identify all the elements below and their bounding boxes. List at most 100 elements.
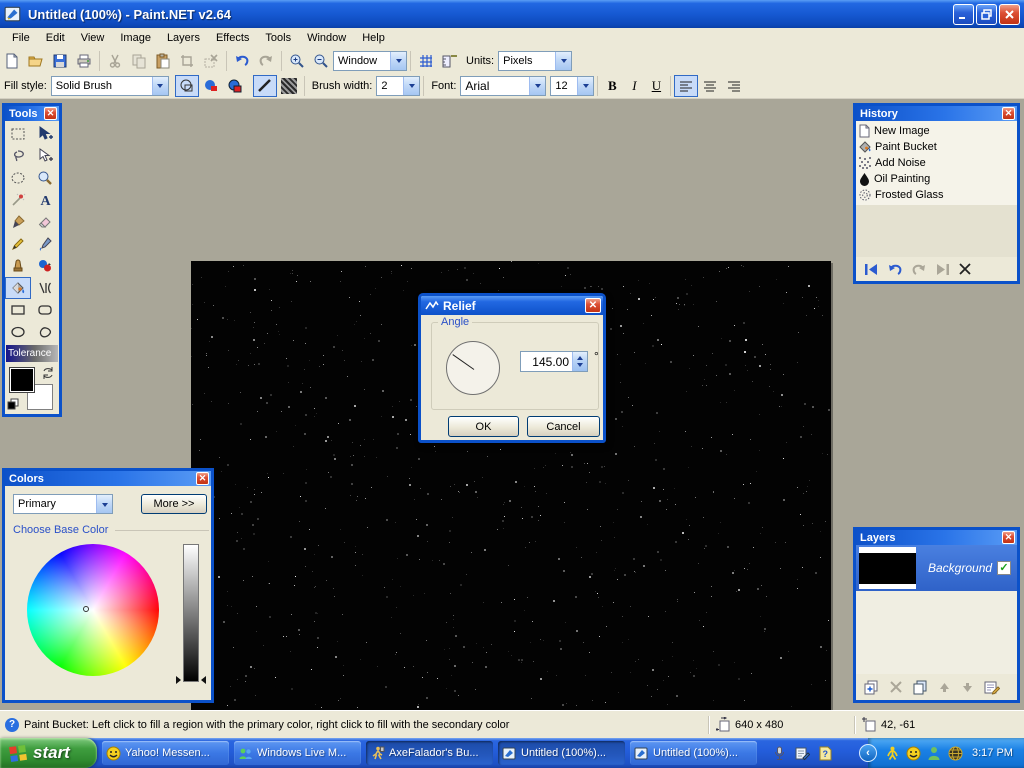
solid-line-button[interactable] xyxy=(253,75,277,97)
recolor-tool[interactable] xyxy=(32,255,58,277)
start-button[interactable]: start xyxy=(0,738,97,768)
cut-button[interactable] xyxy=(103,50,127,72)
clone-stamp-tool[interactable] xyxy=(5,255,31,277)
print-button[interactable] xyxy=(72,50,96,72)
redo-button[interactable] xyxy=(254,50,278,72)
copy-button[interactable] xyxy=(127,50,151,72)
menu-edit[interactable]: Edit xyxy=(38,30,73,46)
freeform-shape-tool[interactable] xyxy=(32,321,58,343)
pattern-fill-button[interactable] xyxy=(277,75,301,97)
history-delete-button[interactable] xyxy=(958,262,972,276)
close-icon[interactable]: ✕ xyxy=(585,298,601,313)
tolerance-slider[interactable]: Tolerance xyxy=(6,345,58,362)
color-mode-dropdown[interactable]: Primary xyxy=(13,494,113,514)
deselect-button[interactable] xyxy=(199,50,223,72)
more-button[interactable]: More >> xyxy=(141,494,207,514)
font-size-dropdown[interactable]: 12 xyxy=(550,76,594,96)
units-dropdown[interactable]: Pixels xyxy=(498,51,572,71)
relief-dialog-titlebar[interactable]: Relief ✕ xyxy=(421,296,603,315)
reset-colors-icon[interactable] xyxy=(7,398,19,410)
italic-button[interactable]: I xyxy=(623,75,645,97)
close-icon[interactable]: ✕ xyxy=(1002,107,1015,120)
shape-outline-button[interactable] xyxy=(175,75,199,97)
delete-layer-button[interactable] xyxy=(889,680,903,694)
menu-tools[interactable]: Tools xyxy=(257,30,299,46)
text-tool[interactable]: A xyxy=(32,189,58,211)
fill-style-dropdown[interactable]: Solid Brush xyxy=(51,76,169,96)
menu-layers[interactable]: Layers xyxy=(159,30,208,46)
brush-width-dropdown[interactable]: 2 xyxy=(376,76,420,96)
new-button[interactable] xyxy=(0,50,24,72)
align-left-button[interactable] xyxy=(674,75,698,97)
align-center-button[interactable] xyxy=(698,75,722,97)
zoom-out-button[interactable] xyxy=(309,50,333,72)
move-layer-down-button[interactable] xyxy=(961,681,974,694)
layer-row[interactable]: Background ✓ xyxy=(856,545,1017,591)
close-icon[interactable]: ✕ xyxy=(44,107,57,120)
paintbrush-tool[interactable] xyxy=(5,211,31,233)
save-button[interactable] xyxy=(48,50,72,72)
spinner-buttons[interactable] xyxy=(572,352,587,371)
history-item[interactable]: New Image xyxy=(858,123,1015,139)
move-layer-up-button[interactable] xyxy=(938,681,951,694)
line-curve-tool[interactable] xyxy=(32,277,58,299)
color-wheel[interactable] xyxy=(27,544,159,676)
taskbar-button-paintnet-2[interactable]: Untitled (100%)... xyxy=(630,741,757,765)
history-palette-titlebar[interactable]: History ✕ xyxy=(856,106,1017,121)
history-item[interactable]: Frosted Glass xyxy=(858,187,1015,203)
menu-effects[interactable]: Effects xyxy=(208,30,257,46)
ruler-button[interactable] xyxy=(438,50,462,72)
rounded-rectangle-tool[interactable] xyxy=(32,299,58,321)
paste-button[interactable] xyxy=(151,50,175,72)
spin-up-icon[interactable] xyxy=(577,353,583,360)
layers-palette-titlebar[interactable]: Layers ✕ xyxy=(856,530,1017,545)
zoom-tool[interactable] xyxy=(32,167,58,189)
crop-button[interactable] xyxy=(175,50,199,72)
title-bar[interactable]: Untitled (100%) - Paint.NET v2.64 xyxy=(0,0,1024,28)
font-dropdown[interactable]: Arial xyxy=(460,76,546,96)
slider-marker-right[interactable] xyxy=(201,676,206,684)
eraser-tool[interactable] xyxy=(32,211,58,233)
history-undo-button[interactable] xyxy=(887,262,903,276)
color-picker-tool[interactable] xyxy=(32,233,58,255)
menu-file[interactable]: File xyxy=(4,30,38,46)
menu-image[interactable]: Image xyxy=(112,30,159,46)
ellipse-select-tool[interactable] xyxy=(5,167,31,189)
undo-button[interactable] xyxy=(230,50,254,72)
primary-color-swatch[interactable] xyxy=(9,367,35,393)
duplicate-layer-button[interactable] xyxy=(913,680,928,695)
restore-button[interactable] xyxy=(976,4,997,25)
lasso-select-tool[interactable] xyxy=(5,145,31,167)
cancel-button[interactable]: Cancel xyxy=(527,416,600,437)
menu-window[interactable]: Window xyxy=(299,30,354,46)
move-tool[interactable] xyxy=(32,123,58,145)
shape-interior-button[interactable] xyxy=(199,75,223,97)
messenger-pen-icon[interactable] xyxy=(794,745,810,761)
globe-icon[interactable] xyxy=(947,745,963,761)
add-layer-button[interactable] xyxy=(864,680,879,695)
shape-both-button[interactable] xyxy=(223,75,247,97)
swap-colors-icon[interactable] xyxy=(41,366,55,380)
angle-spinner[interactable]: 145.00 xyxy=(520,351,588,372)
underline-button[interactable]: U xyxy=(645,75,667,97)
pencil-tool[interactable] xyxy=(5,233,31,255)
aim-icon[interactable] xyxy=(884,745,900,761)
taskbar-button-paintnet-1[interactable]: Untitled (100%)... xyxy=(498,741,625,765)
close-icon[interactable]: ✕ xyxy=(1002,531,1015,544)
hide-icons-chevron[interactable]: ‹ xyxy=(859,744,877,762)
history-item[interactable]: Oil Painting xyxy=(858,171,1015,187)
zoom-mode-dropdown[interactable]: Window xyxy=(333,51,407,71)
history-redo-button[interactable] xyxy=(911,262,927,276)
history-item[interactable]: Paint Bucket xyxy=(858,139,1015,155)
rectangle-tool[interactable] xyxy=(5,299,31,321)
open-button[interactable] xyxy=(24,50,48,72)
taskbar-button-yahoo-messenger[interactable]: Yahoo! Messen... xyxy=(102,741,229,765)
menu-view[interactable]: View xyxy=(73,30,113,46)
rect-select-tool[interactable] xyxy=(5,123,31,145)
history-fastforward-button[interactable] xyxy=(935,263,950,276)
tools-palette-titlebar[interactable]: Tools ✕ xyxy=(5,106,59,121)
history-rewind-button[interactable] xyxy=(864,263,879,276)
magic-wand-tool[interactable] xyxy=(5,189,31,211)
colors-palette-titlebar[interactable]: Colors ✕ xyxy=(5,471,211,486)
taskbar-button-axefalador[interactable]: AxeFalador's Bu... xyxy=(366,741,493,765)
